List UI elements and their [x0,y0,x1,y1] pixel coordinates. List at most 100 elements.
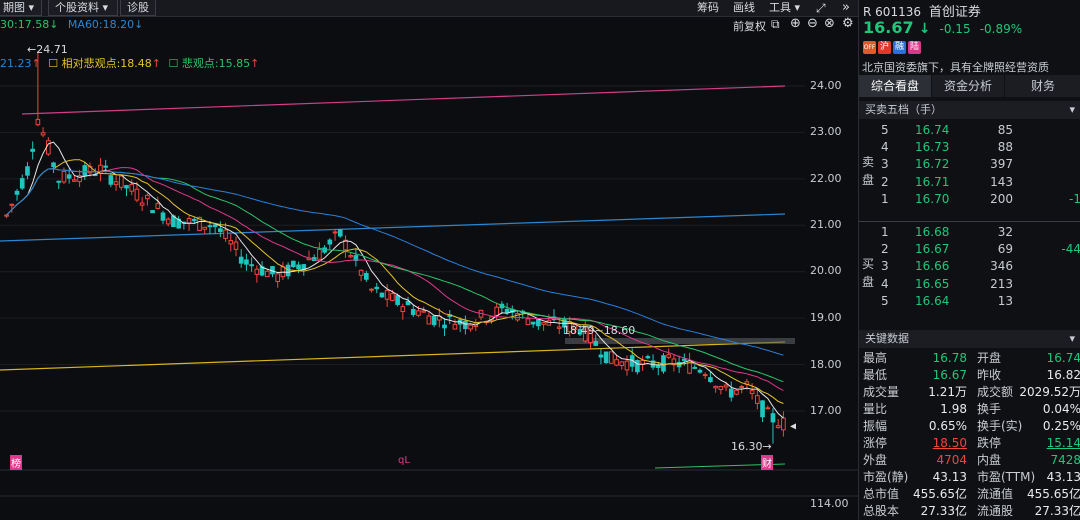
candle-body [160,212,166,221]
diagnose-button[interactable]: 诊股 [120,0,156,16]
price-line: 16.67 ↓ -0.15 -0.89% [863,18,1022,37]
buy-level: 2 [881,242,889,257]
low-price-label: 16.30→ [731,440,772,453]
period-button[interactable]: 期图 ▾ [0,0,42,16]
candle-body [212,224,218,228]
candle-body [124,185,129,189]
sell-side-label: 卖盘 [862,155,875,187]
key-value: 27.33亿 [920,504,967,518]
candle-body [113,181,119,186]
candle-body [155,203,161,209]
y-axis-tick: 17.00 [810,404,842,417]
chip-link[interactable]: 筹码 [697,0,719,15]
tools-link[interactable]: 工具 ▾ [769,0,800,15]
candle-body [207,225,213,228]
zoom-in-icon[interactable]: ⊕ [790,16,801,31]
badge-connect[interactable]: 陆 [908,41,921,54]
sell-volume: 397 [990,157,1013,172]
chevron-down-icon: ▾ [28,1,35,14]
badge-margin[interactable]: 融 [893,41,906,54]
candle-body [317,248,322,260]
candle-body [327,239,333,245]
candle-body [374,286,380,290]
candle-body [364,273,369,280]
signal-mark[interactable]: qL [398,455,410,466]
gear-icon[interactable]: ⚙ [842,16,854,31]
candle-body [765,407,771,410]
key-value: 7428 [1050,453,1080,467]
candle-body [369,288,374,291]
candle-body [25,166,30,176]
tab-overview[interactable]: 综合看盘 [859,75,931,97]
candle-body [82,165,88,177]
checkbox-icon[interactable]: ☐ [169,57,179,70]
key-value: 27.33亿 [1034,504,1080,518]
finance-mark[interactable]: 财 [761,455,773,470]
candle-body [118,175,124,188]
buy-level: 4 [881,276,889,291]
candle-body [390,293,395,301]
sell-volume: 200 [990,191,1013,206]
candle-body [655,364,661,368]
ma30-value: 30:17.58 [0,18,50,31]
candle-body [150,210,155,214]
candle-body [530,321,536,325]
chart-toolbar: 期图 ▾ 个股资料 ▾ 诊股 筹码 画线 工具 ▾ ⤢ » [0,0,858,17]
collapse-icon[interactable]: ▾ [1069,330,1075,348]
ma60-line [6,168,784,356]
candle-body [431,315,437,326]
settings-square-icon[interactable]: ⧉ [771,17,780,32]
last-price: 16.67 [863,18,914,37]
candle-body [233,241,239,250]
y-axis-tick: 114.00 [810,497,849,510]
buy-level: 1 [881,225,889,239]
checkbox-icon[interactable]: ☐ [48,57,58,70]
buy-volume: 69 [997,242,1013,257]
sell-change: -1 [1069,191,1080,206]
sell-price: 16.71 [915,174,950,189]
candle-body [66,174,72,179]
candle-body [598,354,604,358]
last-price-pointer [790,423,796,430]
price-change-pct: -0.89% [979,22,1023,36]
buy-volume: 32 [997,225,1013,239]
candle-body [35,118,41,126]
keydata-title: 关键数据 [865,332,909,345]
fullscreen-icon[interactable]: ⤢ [816,1,826,16]
candle-body [254,268,260,275]
candle-body [442,324,447,329]
rank-mark[interactable]: 榜 [10,455,22,470]
draw-line-link[interactable]: 画线 [733,0,755,15]
candle-body [682,358,687,362]
stock-info-button[interactable]: 个股资料 ▾ [48,0,118,16]
key-value: 4704 [936,453,967,467]
badge-off[interactable]: OFF [863,41,876,54]
sell-volume: 88 [997,140,1013,155]
candle-body [603,351,609,364]
sell-level: 5 [881,123,889,137]
candle-body [556,326,562,329]
candle-body [139,202,145,206]
collapse-icon[interactable]: ▾ [1069,101,1075,119]
close-icon[interactable]: ⊗ [824,16,835,31]
candle-body [728,388,734,398]
candle-body [541,322,546,325]
buy-change: -44 [1061,242,1080,257]
kline-chart[interactable] [0,32,858,500]
more-icon[interactable]: » [842,0,850,15]
candle-body [734,389,739,395]
candle-body [463,320,468,330]
candle-body [395,295,400,305]
keydata-header: 关键数据 ▾ [859,330,1080,348]
candle-body [426,315,432,325]
tab-fund-analysis[interactable]: 资金分析 [932,75,1004,97]
candle-body [103,165,108,168]
zoom-out-icon[interactable]: ⊖ [807,16,818,31]
badge-sh[interactable]: 沪 [878,41,891,54]
buy-side-label: 买盘 [862,257,875,289]
orderbook-divider [859,221,1080,222]
sell-price: 16.74 [915,123,950,137]
buy-price: 16.64 [915,293,950,308]
candle-body [760,400,765,418]
tab-financial[interactable]: 财务 [1005,75,1080,97]
